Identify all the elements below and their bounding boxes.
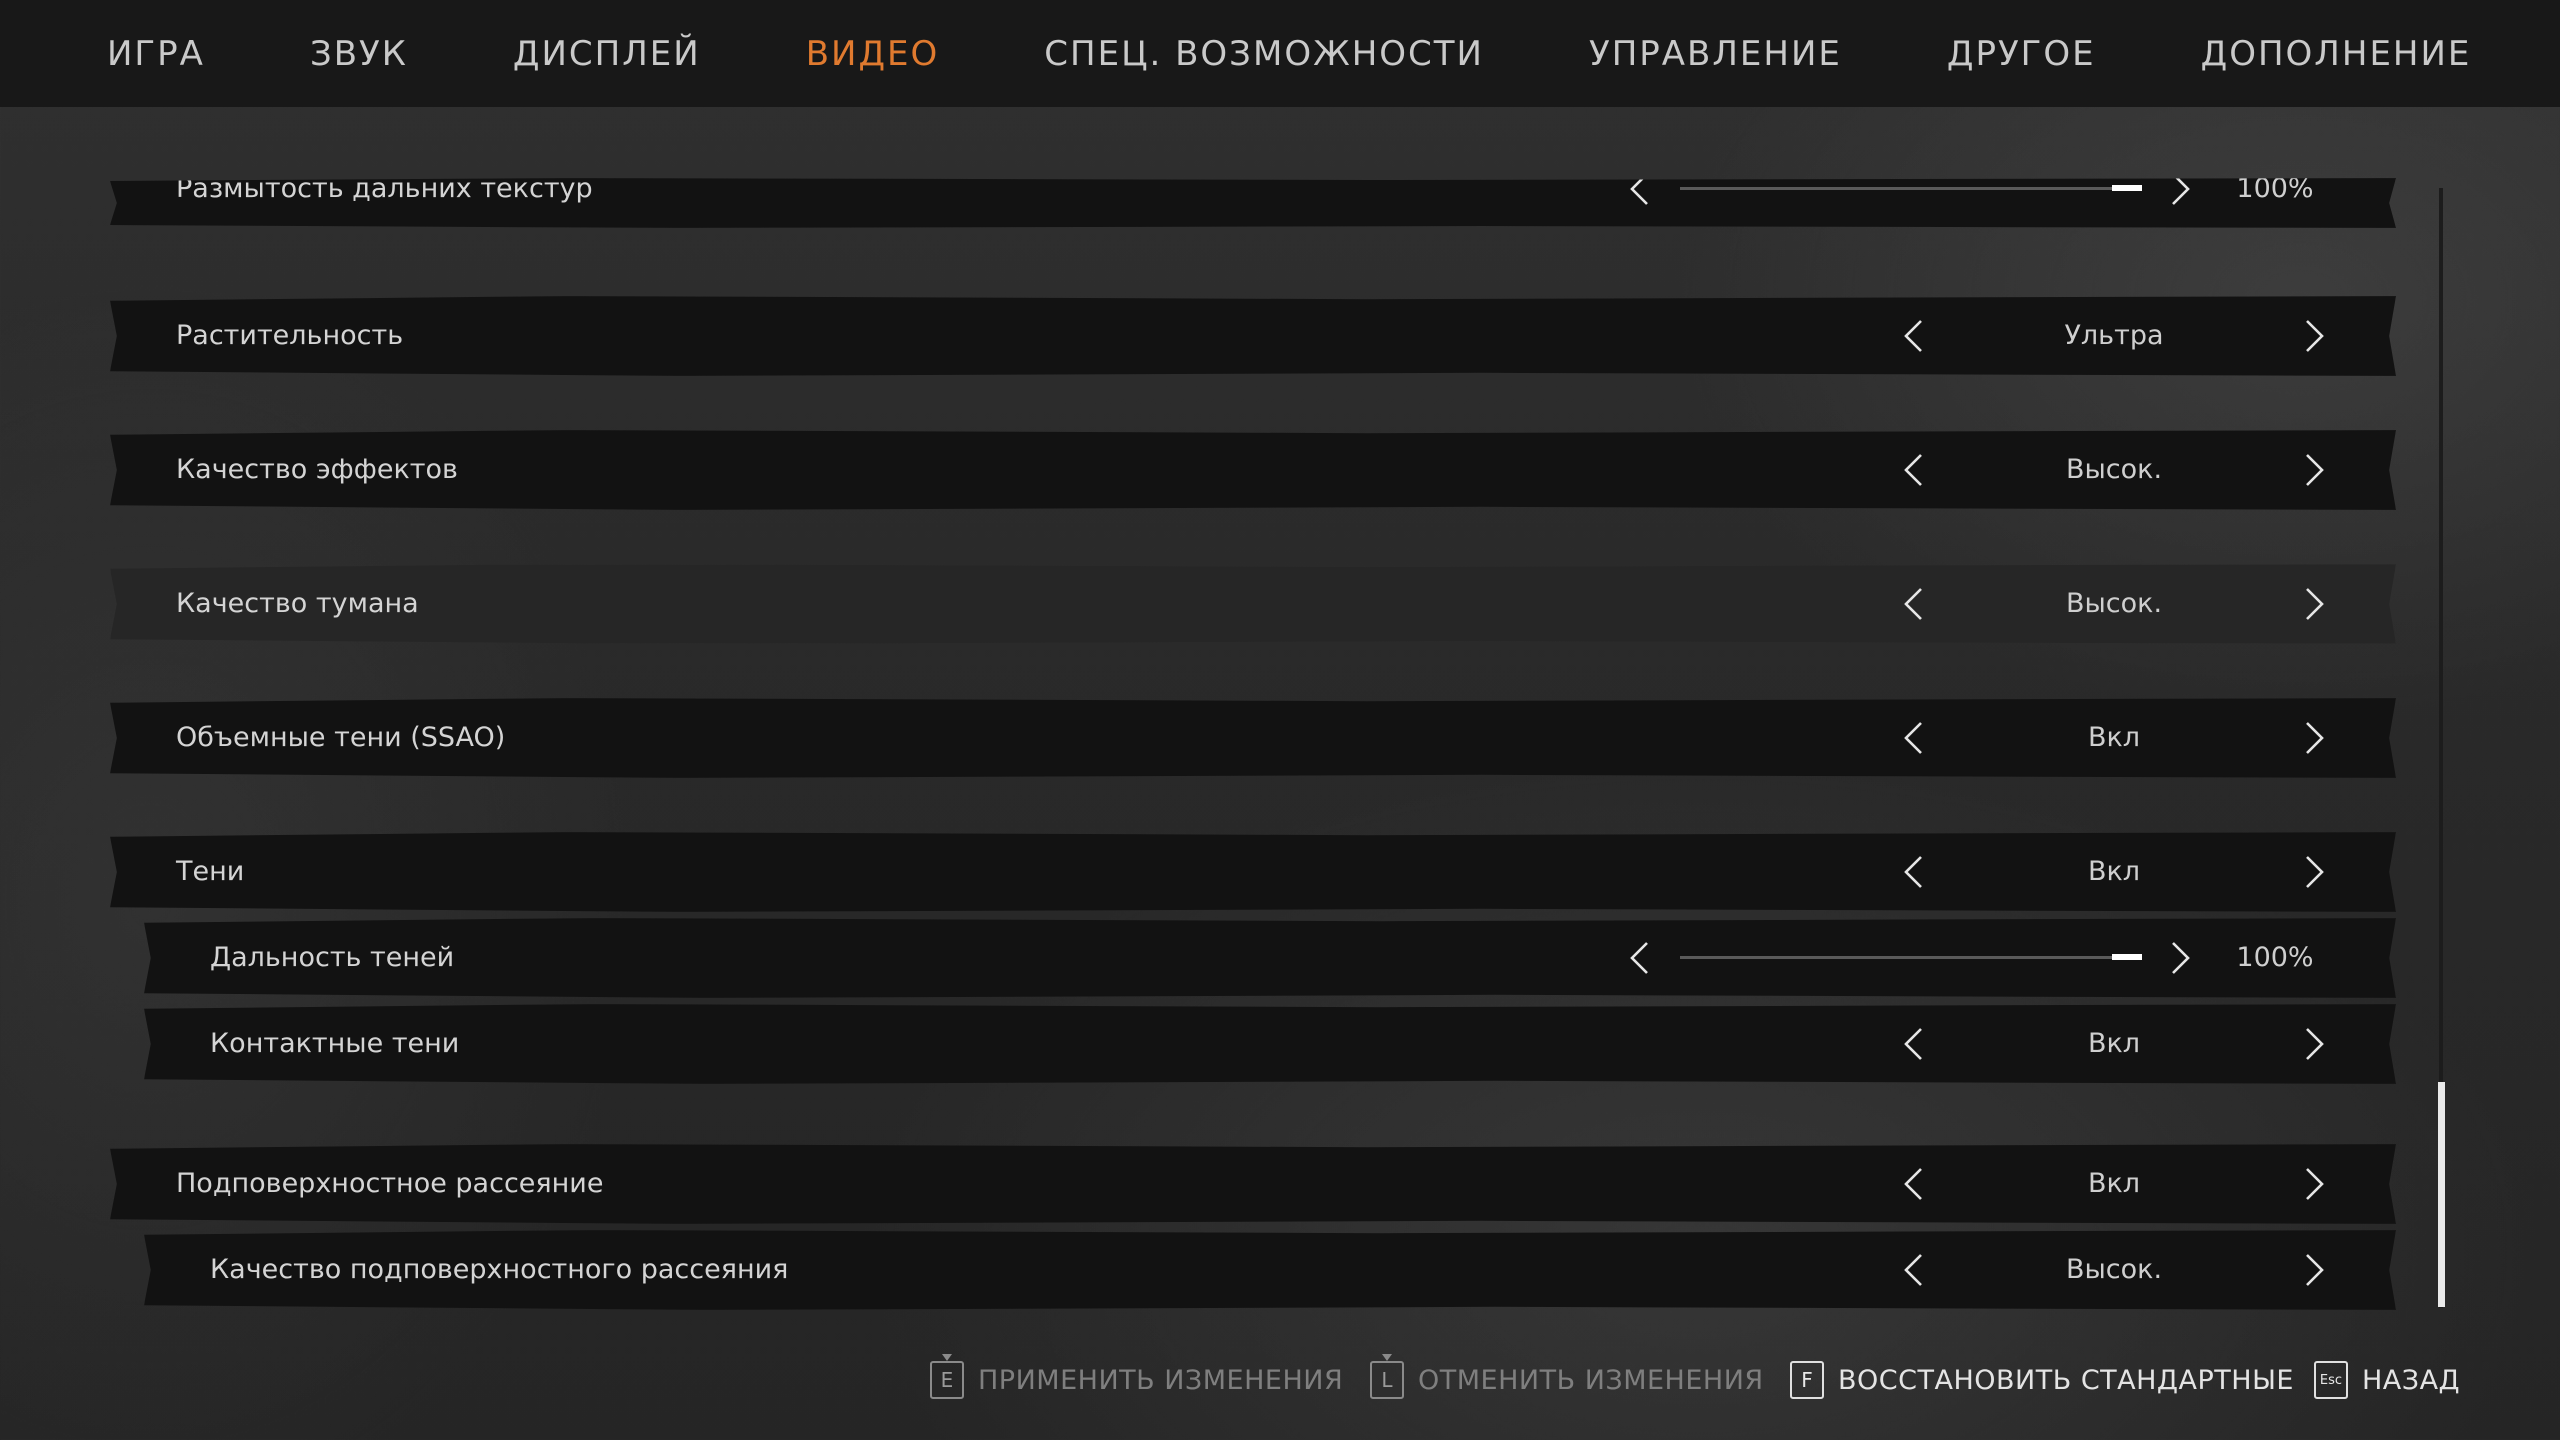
previous-option-button[interactable] [1894, 430, 1934, 510]
setting-value: Высок. [2065, 1254, 2163, 1285]
chevron-left-icon [1630, 942, 1648, 974]
slider-handle[interactable] [2112, 185, 2142, 191]
setting-row-2[interactable]: Растительность Ультра [110, 296, 2396, 376]
chevron-right-icon [2306, 1028, 2324, 1060]
increase-arrow-button[interactable] [2160, 178, 2200, 228]
key-e-icon: E [930, 1354, 964, 1399]
setting-label: Качество подповерхностного рассеяния [210, 1254, 789, 1285]
tab-accessibility[interactable]: СПЕЦ. ВОЗМОЖНОСТИ [1044, 34, 1484, 74]
slider-track[interactable] [1680, 956, 2142, 959]
apply-changes-label: ПРИМЕНИТЬ ИЗМЕНЕНИЯ [978, 1364, 1344, 1396]
key-f-icon: F [1790, 1361, 1824, 1399]
setting-label: Подповерхностное рассеяние [176, 1168, 604, 1199]
scrollbar-thumb[interactable] [2438, 1082, 2445, 1307]
back-button[interactable]: Esc НАЗАД [2314, 1352, 2460, 1408]
setting-value: Ультра [2064, 320, 2164, 351]
setting-value: Высок. [2065, 588, 2163, 619]
cancel-changes-button[interactable]: L ОТМЕНИТЬ ИЗМЕНЕНИЯ [1370, 1352, 1764, 1408]
setting-value: Вкл [2087, 1168, 2141, 1199]
tab-display[interactable]: ДИСПЛЕЙ [513, 34, 701, 74]
previous-option-button[interactable] [1894, 832, 1934, 912]
tab-game[interactable]: ИГРА [107, 34, 205, 74]
settings-tabs: ИГРА ЗВУК ДИСПЛЕЙ ВИДЕО СПЕЦ. ВОЗМОЖНОСТ… [0, 0, 2560, 107]
setting-value: Вкл [2087, 1028, 2141, 1059]
setting-row-6[interactable]: Тени Вкл [110, 832, 2396, 912]
next-option-button[interactable] [2294, 430, 2334, 510]
setting-row-10[interactable]: Качество подповерхностного рассеяния Высо… [144, 1230, 2396, 1310]
setting-row-7[interactable]: Дальность теней 100% [144, 918, 2396, 998]
setting-label: Качество эффектов [176, 454, 458, 485]
setting-label: Размытость дальних текстур [176, 173, 593, 204]
next-option-button[interactable] [2294, 832, 2334, 912]
restore-defaults-button[interactable]: F ВОССТАНОВИТЬ СТАНДАРТНЫЕ [1790, 1352, 2294, 1408]
tab-sound[interactable]: ЗВУК [310, 34, 408, 74]
next-option-button[interactable] [2294, 1004, 2334, 1084]
increase-arrow-button[interactable] [2160, 918, 2200, 998]
previous-option-button[interactable] [1894, 698, 1934, 778]
setting-label: Тени [176, 856, 245, 887]
setting-label: Объемные тени (SSAO) [176, 722, 506, 753]
chevron-right-icon [2306, 320, 2324, 352]
setting-value: 100% [2236, 942, 2314, 973]
chevron-left-icon [1904, 856, 1922, 888]
setting-row-4[interactable]: Качество тумана Высок. [110, 564, 2396, 644]
previous-option-button[interactable] [1894, 564, 1934, 644]
previous-option-button[interactable] [1894, 296, 1934, 376]
chevron-left-icon [1904, 722, 1922, 754]
chevron-right-icon [2306, 856, 2324, 888]
back-label: НАЗАД [2362, 1364, 2461, 1396]
setting-row-1[interactable]: Размытость дальних текстур 100% [110, 178, 2396, 228]
previous-option-button[interactable] [1894, 1004, 1934, 1084]
setting-row-5[interactable]: Объемные тени (SSAO) Вкл [110, 698, 2396, 778]
tab-other[interactable]: ДРУГОЕ [1947, 34, 2096, 74]
setting-row-9[interactable]: Подповерхностное рассеяние Вкл [110, 1144, 2396, 1224]
next-option-button[interactable] [2294, 1144, 2334, 1224]
tab-extra[interactable]: ДОПОЛНЕНИЕ [2201, 34, 2472, 74]
chevron-right-icon [2306, 588, 2324, 620]
chevron-right-icon [2306, 454, 2324, 486]
footer-hints: E ПРИМЕНИТЬ ИЗМЕНЕНИЯ L ОТМЕНИТЬ ИЗМЕНЕН… [0, 1352, 2560, 1408]
setting-row-8[interactable]: Контактные тени Вкл [144, 1004, 2396, 1084]
chevron-left-icon [1904, 320, 1922, 352]
decrease-arrow-button[interactable] [1620, 918, 1660, 998]
setting-label: Растительность [176, 320, 404, 351]
chevron-left-icon [1904, 1168, 1922, 1200]
chevron-left-icon [1904, 454, 1922, 486]
chevron-right-icon [2306, 1168, 2324, 1200]
next-option-button[interactable] [2294, 698, 2334, 778]
chevron-right-icon [2172, 178, 2190, 205]
cancel-changes-label: ОТМЕНИТЬ ИЗМЕНЕНИЯ [1418, 1364, 1764, 1396]
slider-handle[interactable] [2112, 954, 2142, 960]
setting-label: Контактные тени [210, 1028, 460, 1059]
chevron-right-icon [2306, 722, 2324, 754]
setting-value: Вкл [2087, 722, 2141, 753]
apply-changes-button[interactable]: E ПРИМЕНИТЬ ИЗМЕНЕНИЯ [930, 1352, 1343, 1408]
previous-option-button[interactable] [1894, 1230, 1934, 1310]
chevron-left-icon [1904, 588, 1922, 620]
next-option-button[interactable] [2294, 1230, 2334, 1310]
tab-video[interactable]: ВИДЕО [806, 34, 940, 74]
setting-label: Качество тумана [176, 588, 419, 619]
key-esc-icon: Esc [2314, 1361, 2348, 1399]
slider-track[interactable] [1680, 187, 2142, 190]
key-l-icon: L [1370, 1354, 1404, 1399]
restore-defaults-label: ВОССТАНОВИТЬ СТАНДАРТНЫЕ [1838, 1364, 2294, 1396]
tab-controls[interactable]: УПРАВЛЕНИЕ [1589, 34, 1842, 74]
previous-option-button[interactable] [1894, 1144, 1934, 1224]
decrease-arrow-button[interactable] [1620, 178, 1660, 228]
setting-value: Вкл [2087, 856, 2141, 887]
next-option-button[interactable] [2294, 564, 2334, 644]
chevron-left-icon [1904, 1254, 1922, 1286]
chevron-left-icon [1904, 1028, 1922, 1060]
chevron-right-icon [2306, 1254, 2324, 1286]
top-navigation-bar: ИГРА ЗВУК ДИСПЛЕЙ ВИДЕО СПЕЦ. ВОЗМОЖНОСТ… [0, 0, 2560, 107]
setting-label: Дальность теней [210, 942, 455, 973]
setting-value: Высок. [2065, 454, 2163, 485]
next-option-button[interactable] [2294, 296, 2334, 376]
chevron-right-icon [2172, 942, 2190, 974]
chevron-left-icon [1630, 178, 1648, 205]
setting-value: 100% [2236, 173, 2314, 204]
setting-row-3[interactable]: Качество эффектов Высок. [110, 430, 2396, 510]
